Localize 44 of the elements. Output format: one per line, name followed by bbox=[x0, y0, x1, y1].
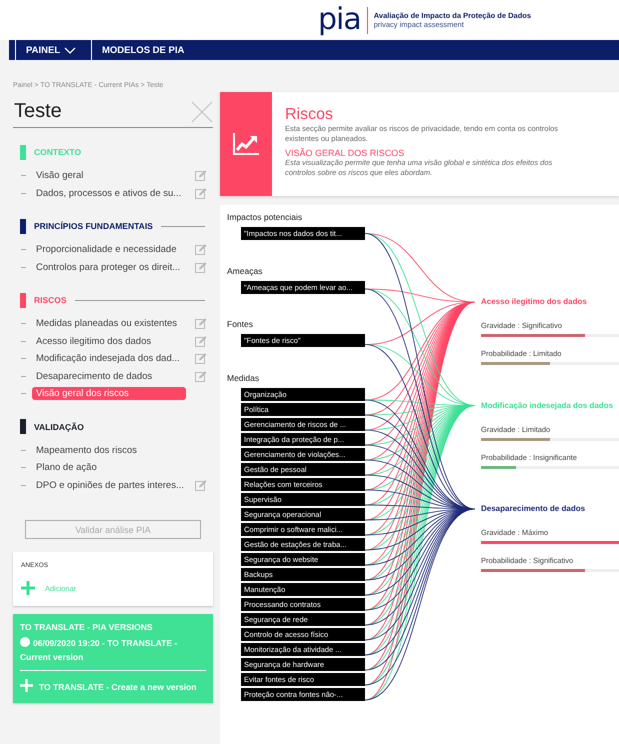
logo-wordmark: pia bbox=[318, 5, 361, 35]
group-heading: Ameaças bbox=[226, 264, 264, 278]
group-heading: Fontes bbox=[226, 318, 254, 331]
group-heading: Impactos potenciais bbox=[226, 211, 304, 224]
nav-link[interactable]: MODELOS DE PIA bbox=[91, 40, 194, 60]
edit-icon[interactable] bbox=[195, 188, 207, 199]
sidebar-link[interactable]: Mapeamento dos riscos bbox=[34, 444, 139, 457]
sidebar-link[interactable]: Proporcionalidade e necessidade bbox=[34, 243, 178, 256]
subsection-title: VISÃO GERAL DOS RISCOS bbox=[285, 148, 406, 158]
nav-link[interactable]: PAINEL bbox=[15, 40, 91, 60]
edit-icon[interactable] bbox=[195, 353, 207, 364]
card-heading: TO TRANSLATE - PIA VERSIONS bbox=[20, 622, 154, 632]
plus-icon bbox=[21, 581, 35, 595]
edit-icon[interactable] bbox=[195, 318, 207, 330]
sidebar-link[interactable]: Controlos para proteger os direit... bbox=[34, 260, 182, 274]
plus-icon bbox=[20, 679, 33, 692]
current-version-dot bbox=[20, 637, 30, 647]
edit-icon[interactable] bbox=[195, 170, 207, 182]
section-heading: RISCOS bbox=[34, 295, 67, 305]
sidebar-link[interactable]: Visão geral bbox=[34, 169, 86, 182]
edit-icon[interactable] bbox=[195, 244, 207, 256]
section-heading: PRINCÍPIOS FUNDAMENTAIS bbox=[34, 221, 153, 231]
sidebar-link[interactable]: Dados, processos e ativos de su... bbox=[34, 186, 184, 200]
pia-title: Teste bbox=[14, 100, 62, 123]
sidebar-link[interactable]: Medidas planeadas ou existentes bbox=[34, 317, 180, 330]
close-icon[interactable] bbox=[191, 100, 213, 122]
trend-chart-icon bbox=[233, 133, 259, 155]
sidebar-link[interactable]: Desaparecimento de dados bbox=[34, 370, 154, 383]
edit-icon[interactable] bbox=[195, 262, 207, 273]
risk-title: Desaparecimento de dados bbox=[481, 503, 586, 515]
chevron-down-icon bbox=[64, 46, 76, 54]
section-heading: VALIDAÇÃO bbox=[34, 422, 84, 432]
edit-icon[interactable] bbox=[195, 370, 207, 382]
sidebar-link[interactable]: Plano de ação bbox=[34, 461, 99, 474]
sidebar-link[interactable]: Acesso ilegitimo dos dados bbox=[34, 334, 154, 348]
sidebar-link[interactable]: Modificação indesejada dos dad... bbox=[34, 352, 182, 366]
risk-title: Acesso ilegitimo dos dados bbox=[481, 296, 588, 308]
risk-title: Modificação indesejada dos dados bbox=[481, 400, 614, 412]
section-heading: CONTEXTO bbox=[34, 147, 82, 157]
edit-icon[interactable] bbox=[195, 480, 207, 491]
sidebar-link[interactable]: DPO e opiniões de partes interes... bbox=[34, 478, 186, 492]
group-heading: Medidas bbox=[226, 372, 260, 384]
section-title: Riscos bbox=[285, 106, 334, 124]
edit-icon[interactable] bbox=[195, 336, 207, 347]
